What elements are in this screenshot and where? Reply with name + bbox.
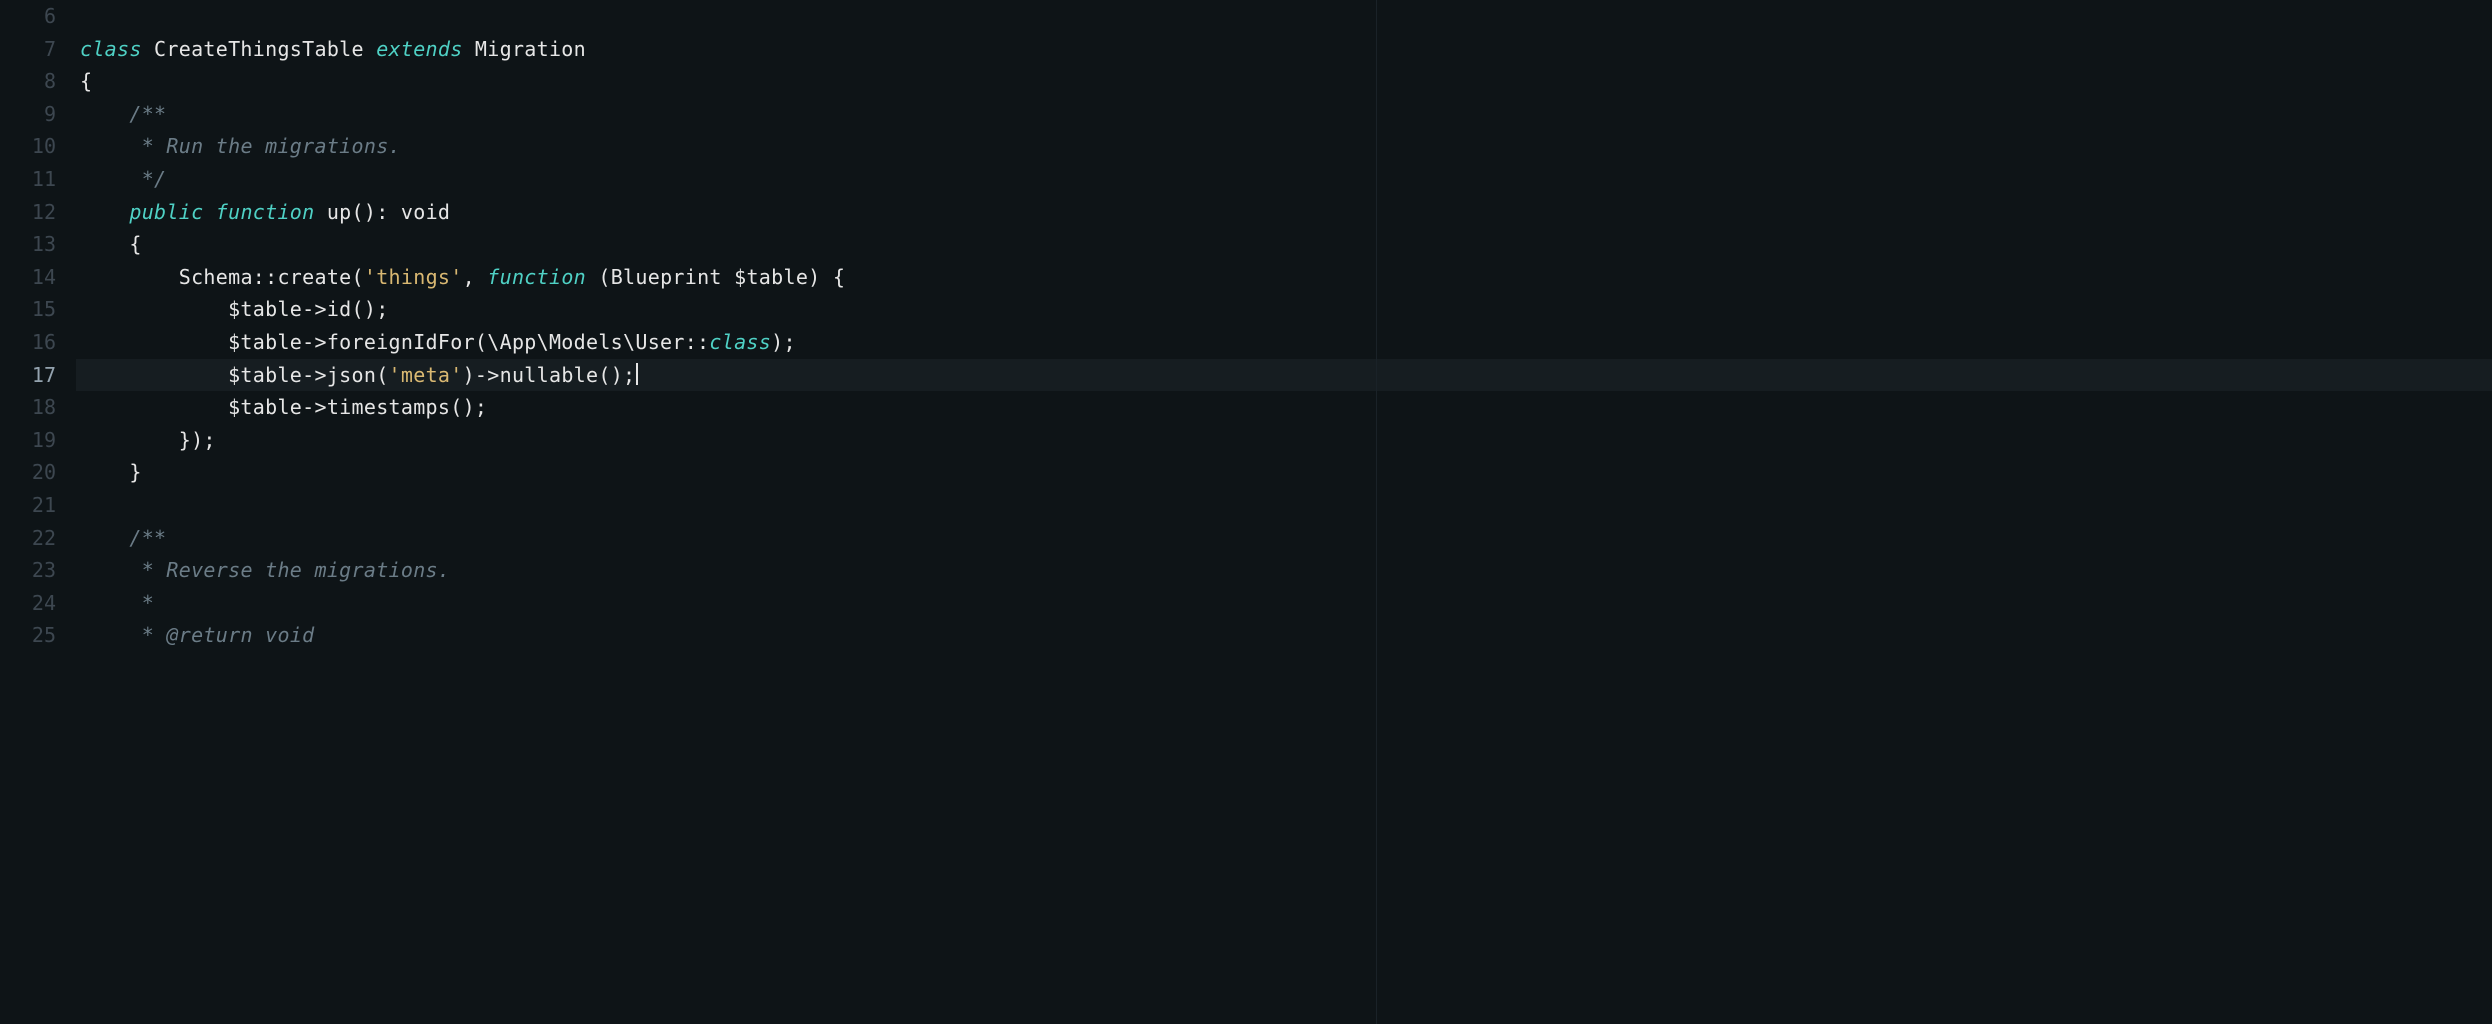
line-number: 10 [0,130,76,163]
token-string: 'things' [364,265,463,289]
token-string: 'meta' [389,363,463,387]
line-number: 16 [0,326,76,359]
line-number: 22 [0,522,76,555]
code-line[interactable]: /** [76,98,2492,131]
token-func: timestamps [327,395,450,419]
code-line[interactable]: class CreateThingsTable extends Migratio… [76,33,2492,66]
token-var: $table-> [228,330,327,354]
token-punct: ( [352,265,364,289]
token-doc: * Reverse the migrations. [129,558,450,582]
line-number: 20 [0,456,76,489]
code-line[interactable]: */ [76,163,2492,196]
token-punct: (); [598,363,635,387]
code-line[interactable]: }); [76,424,2492,457]
token-punct: ( [376,363,388,387]
token-class: Migration [475,37,586,61]
token-punct: (): [352,200,401,224]
code-line[interactable]: } [76,456,2492,489]
token-rettype: void [265,623,314,647]
code-line[interactable]: * Reverse the migrations. [76,554,2492,587]
token-punct: { [129,232,141,256]
token-func: id [327,297,352,321]
code-line[interactable]: { [76,228,2492,261]
code-editor[interactable]: 678910111213141516171819202122232425 cla… [0,0,2492,1024]
code-line[interactable]: $table->json('meta')->nullable(); [76,359,2492,392]
token-keyword: class [80,37,154,61]
line-number: 14 [0,261,76,294]
token-type: void [401,200,450,224]
text-cursor [636,363,638,385]
token-punct: { [80,69,92,93]
token-var: $table-> [228,395,327,419]
code-line[interactable]: $table->id(); [76,293,2492,326]
token-keyword: function [487,265,598,289]
code-line[interactable] [76,489,2492,522]
line-number: 6 [0,0,76,33]
token-func: foreignIdFor [327,330,475,354]
code-line[interactable] [76,0,2492,33]
token-punct: } [129,460,141,484]
token-func: nullable [500,363,599,387]
token-doc: /** [129,102,166,126]
token-punct: }); [179,428,216,452]
line-number: 11 [0,163,76,196]
line-number: 7 [0,33,76,66]
code-line[interactable]: { [76,65,2492,98]
code-line[interactable]: $table->foreignIdFor(\App\Models\User::c… [76,326,2492,359]
token-doc: * [129,591,154,615]
code-line[interactable]: public function up(): void [76,196,2492,229]
line-number: 23 [0,554,76,587]
line-number-gutter: 678910111213141516171819202122232425 [0,0,76,1024]
token-func: create [277,265,351,289]
line-number: 13 [0,228,76,261]
token-doc: * [129,623,166,647]
token-var: $table-> [228,297,327,321]
token-punct: ); [771,330,796,354]
token-tag: @return [166,623,265,647]
token-punct: (Blueprint $table) { [598,265,845,289]
line-number: 15 [0,293,76,326]
line-number: 9 [0,98,76,131]
line-number: 21 [0,489,76,522]
token-punct: (); [450,395,487,419]
line-number: 18 [0,391,76,424]
token-punct: (\App\Models\User:: [475,330,709,354]
token-keyword: function [216,200,327,224]
token-class: CreateThingsTable [154,37,376,61]
code-line[interactable]: * Run the migrations. [76,130,2492,163]
line-number: 19 [0,424,76,457]
token-func: json [327,363,376,387]
token-doc: /** [129,526,166,550]
code-line[interactable]: Schema::create('things', function (Bluep… [76,261,2492,294]
line-number: 8 [0,65,76,98]
code-line[interactable]: * [76,587,2492,620]
token-var: Schema:: [179,265,278,289]
token-punct: (); [352,297,389,321]
code-area[interactable]: class CreateThingsTable extends Migratio… [76,0,2492,1024]
token-keyword: public [129,200,215,224]
line-number: 17 [0,359,76,392]
token-var: $table-> [228,363,327,387]
line-number: 12 [0,196,76,229]
column-ruler [1376,0,1377,1024]
token-keyword: extends [376,37,475,61]
code-line[interactable]: * @return void [76,619,2492,652]
token-defname: up [327,200,352,224]
token-punct: )-> [463,363,500,387]
token-punct: , [463,265,488,289]
line-number: 25 [0,619,76,652]
code-line[interactable]: /** [76,522,2492,555]
code-line[interactable]: $table->timestamps(); [76,391,2492,424]
token-doc: * Run the migrations. [129,134,401,158]
token-classconst: class [709,330,771,354]
line-number: 24 [0,587,76,620]
token-doc: */ [129,167,166,191]
